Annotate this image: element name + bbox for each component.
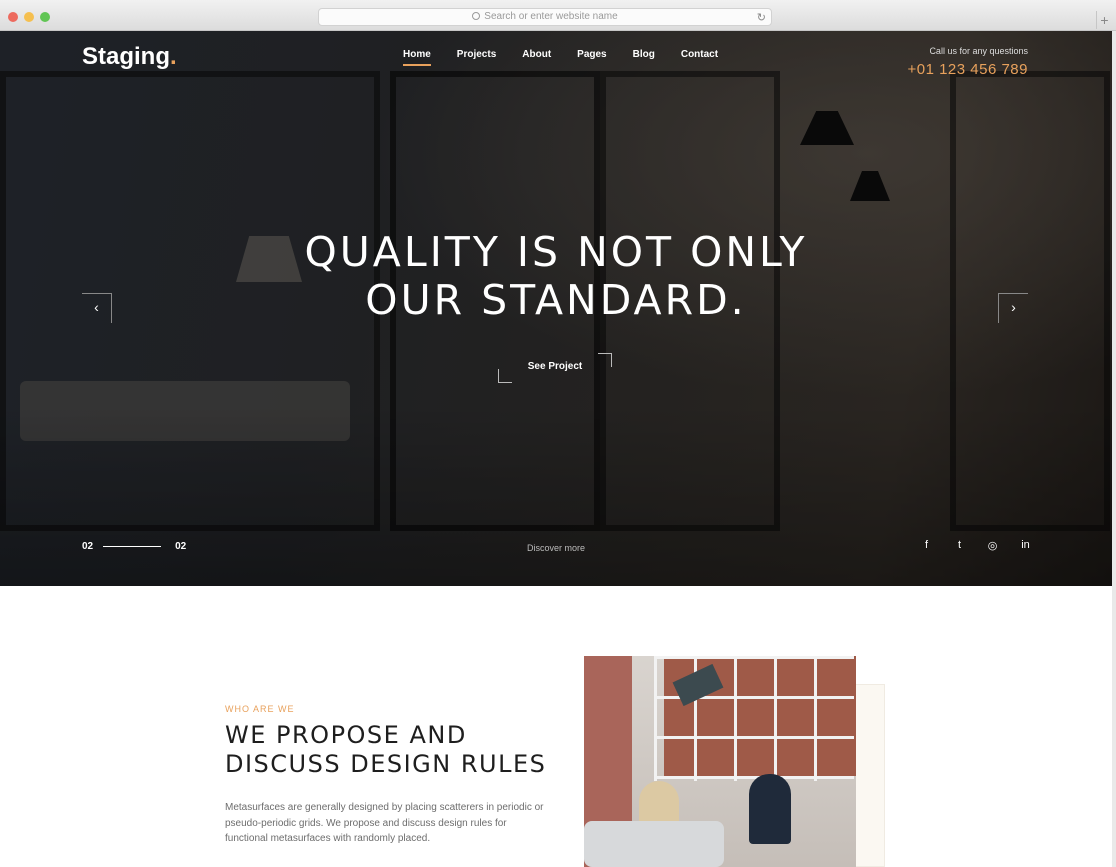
address-bar[interactable]: Search or enter website name ↻ — [318, 8, 772, 26]
discover-more-label: Discover more — [526, 543, 585, 553]
headline-line-1: QUALITY IS NOT ONLY — [304, 228, 808, 276]
address-placeholder: Search or enter website name — [484, 11, 618, 22]
nav-contact[interactable]: Contact — [681, 49, 718, 60]
close-window-button[interactable] — [8, 12, 18, 22]
nav-about[interactable]: About — [522, 49, 551, 60]
zoom-window-button[interactable] — [40, 12, 50, 22]
nav-blog[interactable]: Blog — [633, 49, 655, 60]
see-project-button[interactable]: See Project — [498, 353, 612, 383]
see-project-label: See Project — [527, 361, 583, 372]
call-us-block: Call us for any questions +01 123 456 78… — [907, 46, 1028, 78]
search-icon — [472, 12, 481, 20]
facebook-icon[interactable]: f — [920, 539, 933, 552]
section-eyebrow: WHO ARE WE — [225, 704, 295, 714]
headline-line-2: OUR STANDARD. — [365, 276, 747, 324]
instagram-icon[interactable]: ◎ — [986, 539, 999, 552]
about-section: WHO ARE WE WE PROPOSE AND DISCUSS DESIGN… — [0, 586, 1112, 867]
nav-pages[interactable]: Pages — [577, 49, 606, 60]
window-grid — [654, 656, 854, 781]
reload-icon[interactable]: ↻ — [757, 10, 766, 26]
office-meeting-photo — [584, 656, 856, 867]
sofa-image — [584, 821, 724, 867]
person-image — [749, 774, 791, 844]
main-nav: Home Projects About Pages Blog Contact — [403, 49, 744, 66]
browser-toolbar: Search or enter website name ↻ + — [0, 0, 1116, 31]
heading-line-2: DISCUSS DESIGN RULES — [225, 750, 547, 778]
logo-text: Staging — [82, 43, 170, 70]
hero-section: Staging. Home Projects About Pages Blog … — [0, 31, 1112, 586]
call-us-label: Call us for any questions — [929, 46, 1028, 56]
social-links: f t ◎ in — [920, 539, 1032, 552]
new-tab-button[interactable]: + — [1096, 11, 1112, 29]
twitter-icon[interactable]: t — [953, 539, 966, 552]
hero-headline: QUALITY IS NOT ONLY OUR STANDARD. — [0, 228, 1112, 324]
phone-number[interactable]: +01 123 456 789 — [907, 61, 1028, 78]
chevron-left-icon: ‹ — [94, 299, 99, 315]
prev-slide-button[interactable]: ‹ — [82, 293, 112, 323]
site-logo[interactable]: Staging. — [82, 43, 177, 71]
section-body: Metasurfaces are generally designed by p… — [225, 802, 544, 844]
linkedin-icon[interactable]: in — [1019, 539, 1032, 552]
nav-home[interactable]: Home — [403, 49, 431, 66]
next-slide-button[interactable]: › — [998, 293, 1028, 323]
section-heading: WE PROPOSE AND DISCUSS DESIGN RULES — [225, 721, 565, 779]
nav-projects[interactable]: Projects — [457, 49, 496, 60]
minimize-window-button[interactable] — [24, 12, 34, 22]
logo-dot: . — [170, 43, 177, 70]
heading-line-1: WE PROPOSE AND — [225, 721, 467, 749]
chevron-right-icon: › — [1011, 299, 1016, 315]
